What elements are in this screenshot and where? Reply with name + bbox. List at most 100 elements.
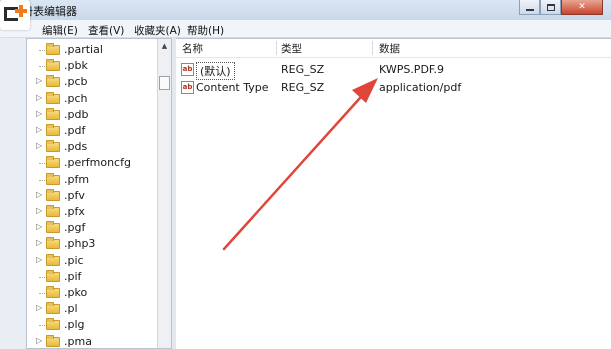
tree-item-label: .pma bbox=[64, 334, 92, 348]
tree-item-label: .pbk bbox=[64, 59, 88, 73]
folder-icon bbox=[46, 286, 60, 298]
menu-help[interactable]: 帮助(H) bbox=[187, 23, 224, 38]
logo-icon bbox=[0, 0, 30, 30]
tree-item[interactable]: .pbk bbox=[27, 58, 158, 74]
column-divider[interactable] bbox=[276, 41, 277, 55]
folder-icon bbox=[46, 156, 60, 169]
column-header-type[interactable]: 类型 bbox=[281, 41, 302, 56]
value-name[interactable]: (默认) bbox=[196, 62, 235, 80]
title-bar: 册表编辑器 ✕ bbox=[0, 0, 611, 20]
minimize-icon bbox=[525, 8, 534, 11]
close-button[interactable]: ✕ bbox=[561, 0, 603, 15]
tree-item[interactable]: ▷ .pic bbox=[27, 253, 158, 269]
folder-icon bbox=[46, 107, 60, 120]
column-header-name[interactable]: 名称 bbox=[182, 41, 203, 56]
tree-scrollbar[interactable]: ▲ bbox=[157, 39, 171, 348]
value-type: REG_SZ bbox=[281, 81, 325, 94]
tree-item-label: .pko bbox=[64, 286, 88, 299]
string-value-icon: ab bbox=[181, 81, 194, 94]
menu-bar: 编辑(E) 查看(V) 收藏夹(A) 帮助(H) bbox=[0, 20, 611, 38]
folder-icon bbox=[46, 334, 60, 347]
folder-icon bbox=[46, 237, 60, 250]
tree-item-label: .php3 bbox=[64, 237, 96, 251]
folder-icon bbox=[46, 140, 60, 153]
tree-item[interactable]: ▷ .pl bbox=[27, 301, 158, 317]
maximize-button[interactable] bbox=[540, 0, 561, 15]
tree-item[interactable]: ▷ .pgf bbox=[27, 220, 158, 236]
expand-toggle-icon[interactable]: ▷ bbox=[36, 206, 42, 215]
expand-toggle-icon[interactable]: ▷ bbox=[36, 125, 42, 134]
tree-item-label: .pfx bbox=[64, 205, 85, 218]
tree-item[interactable]: ▷ .pfv bbox=[27, 188, 158, 204]
tree-item-label: .pcb bbox=[64, 75, 88, 89]
tree-item-label: .pic bbox=[64, 253, 84, 267]
expand-toggle-icon[interactable]: ▷ bbox=[36, 76, 42, 85]
value-name[interactable]: Content Type bbox=[196, 81, 269, 94]
expand-toggle-icon[interactable]: ▷ bbox=[36, 238, 42, 247]
list-row-default[interactable]: ab (默认) REG_SZ KWPS.PDF.9 bbox=[176, 61, 611, 80]
expand-toggle-icon[interactable]: ▷ bbox=[36, 141, 42, 150]
tree-item-label: .pdf bbox=[64, 124, 86, 137]
menu-edit[interactable]: 编辑(E) bbox=[42, 23, 78, 38]
folder-icon bbox=[46, 75, 60, 88]
tree-item[interactable]: .pko bbox=[27, 285, 158, 301]
tree-item-label: .pl bbox=[64, 302, 78, 316]
string-value-icon: ab bbox=[181, 63, 194, 76]
tree-item[interactable]: .perfmoncfg bbox=[27, 155, 158, 171]
tree-item-label: .plg bbox=[64, 318, 85, 332]
tree-item[interactable]: .pfm bbox=[27, 172, 158, 188]
expand-toggle-icon[interactable]: ▷ bbox=[36, 255, 42, 264]
tree-item-label: .pch bbox=[64, 91, 88, 105]
window-controls: ✕ bbox=[519, 0, 603, 16]
tree-item-label: .pfv bbox=[64, 188, 85, 202]
tree-item[interactable]: ▷ .pch bbox=[27, 91, 158, 107]
folder-icon bbox=[46, 43, 60, 55]
value-data: application/pdf bbox=[379, 81, 462, 94]
key-tree[interactable]: .partial .pbk ▷ .pcb ▷ .pch ▷ .pdb ▷ .pdf ▷ .pds .pe… bbox=[26, 38, 172, 349]
tree-item[interactable]: .plg bbox=[27, 317, 158, 333]
folder-icon bbox=[46, 172, 60, 185]
menu-view[interactable]: 查看(V) bbox=[88, 23, 124, 38]
folder-icon bbox=[46, 302, 60, 315]
scroll-up-icon[interactable]: ▲ bbox=[158, 39, 171, 52]
tree-item[interactable]: ▷ .pfx bbox=[27, 204, 158, 220]
folder-icon bbox=[46, 124, 60, 136]
expand-toggle-icon[interactable]: ▷ bbox=[36, 93, 42, 102]
folder-icon bbox=[46, 318, 60, 331]
tree-item-label: .perfmoncfg bbox=[64, 156, 131, 170]
tree-item[interactable]: ▷ .pdf bbox=[27, 123, 158, 139]
tree-item[interactable]: .partial bbox=[27, 42, 158, 58]
menu-favorites[interactable]: 收藏夹(A) bbox=[134, 23, 181, 38]
expand-toggle-icon[interactable]: ▷ bbox=[36, 303, 42, 312]
tree-item-label: .pfm bbox=[64, 172, 90, 186]
folder-icon bbox=[46, 221, 60, 234]
tree-item[interactable]: ▷ .pds bbox=[27, 139, 158, 155]
folder-icon bbox=[46, 91, 60, 104]
minimize-button[interactable] bbox=[519, 0, 540, 15]
tree-item-label: .pif bbox=[64, 269, 82, 283]
close-icon: ✕ bbox=[578, 2, 586, 12]
expand-toggle-icon[interactable]: ▷ bbox=[36, 190, 42, 199]
folder-icon bbox=[46, 188, 60, 201]
tree-item[interactable]: ▷ .php3 bbox=[27, 236, 158, 252]
expand-toggle-icon[interactable]: ▷ bbox=[36, 109, 42, 118]
maximize-icon bbox=[546, 3, 555, 11]
folder-icon bbox=[46, 205, 60, 217]
tree-item[interactable]: ▷ .pma bbox=[27, 334, 158, 349]
value-type: REG_SZ bbox=[281, 63, 325, 76]
expand-toggle-icon[interactable]: ▷ bbox=[36, 222, 42, 231]
tree-item[interactable]: ▷ .pdb bbox=[27, 107, 158, 123]
expand-toggle-icon[interactable]: ▷ bbox=[36, 336, 42, 345]
list-row-content-type[interactable]: ab Content Type REG_SZ application/pdf bbox=[176, 79, 611, 97]
scroll-thumb[interactable] bbox=[159, 76, 170, 90]
tree-item[interactable]: ▷ .pcb bbox=[27, 74, 158, 90]
value-data: KWPS.PDF.9 bbox=[379, 63, 444, 76]
tree-item-label: .pdb bbox=[64, 107, 89, 121]
tree-item[interactable]: .pif bbox=[27, 269, 158, 285]
tree-item-label: .pgf bbox=[64, 221, 86, 235]
tree-item-label: .pds bbox=[64, 140, 88, 154]
folder-icon bbox=[46, 253, 60, 266]
header-divider bbox=[176, 57, 611, 58]
column-divider[interactable] bbox=[372, 41, 373, 55]
column-header-data[interactable]: 数据 bbox=[379, 41, 400, 56]
